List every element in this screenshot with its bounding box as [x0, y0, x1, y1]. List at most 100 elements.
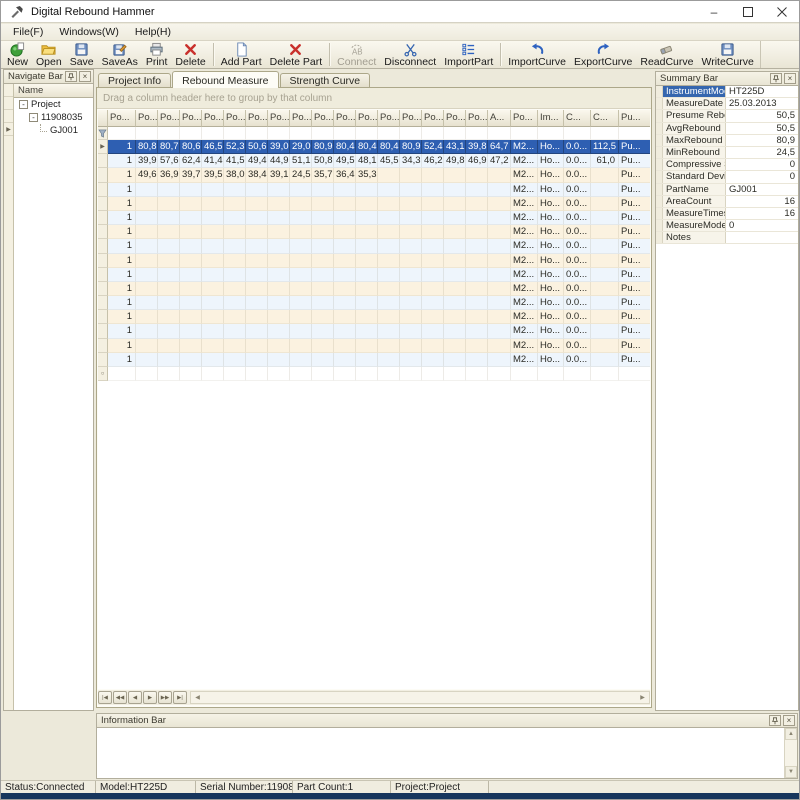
grid-cell[interactable]: 62,4 — [180, 154, 202, 168]
grid-cell[interactable]: Pu... — [619, 324, 650, 338]
grid-cell[interactable] — [290, 324, 312, 338]
grid-cell[interactable] — [136, 268, 158, 282]
summary-value[interactable]: GJ001 — [726, 184, 798, 195]
new-row-cell[interactable] — [356, 367, 378, 381]
grid-cell[interactable] — [466, 296, 488, 310]
grid-cell[interactable] — [268, 197, 290, 211]
grid-cell[interactable]: 46,9 — [466, 154, 488, 168]
grid-cell[interactable]: 47,2 — [488, 154, 511, 168]
scroll-up-icon[interactable]: ▲ — [785, 728, 797, 740]
filter-cell[interactable] — [136, 127, 158, 140]
grid-cell[interactable] — [591, 339, 619, 353]
grid-cell[interactable] — [224, 211, 246, 225]
filter-cell[interactable] — [444, 127, 466, 140]
column-header[interactable]: Po... — [108, 110, 136, 127]
summary-value[interactable]: 16 — [726, 196, 798, 207]
grid-cell[interactable] — [444, 324, 466, 338]
grid-cell[interactable] — [268, 254, 290, 268]
filter-cell[interactable] — [158, 127, 180, 140]
grid-cell[interactable] — [422, 353, 444, 367]
new-row-cell[interactable] — [136, 367, 158, 381]
grid-cell[interactable] — [290, 197, 312, 211]
filter-cell[interactable] — [488, 127, 511, 140]
grid-cell[interactable] — [488, 197, 511, 211]
grid-cell[interactable] — [136, 296, 158, 310]
filter-cell[interactable] — [511, 127, 538, 140]
tree-name-header[interactable]: Name — [14, 84, 93, 98]
grid-cell[interactable]: 34,3 — [400, 154, 422, 168]
toolbar-button-save[interactable]: Save — [66, 41, 98, 68]
row-indicator[interactable] — [98, 296, 108, 310]
grid-cell[interactable]: Pu... — [619, 197, 650, 211]
row-indicator[interactable] — [98, 225, 108, 239]
column-header[interactable]: Po... — [511, 110, 538, 127]
summary-label[interactable]: MeasureDate — [663, 98, 726, 109]
summary-row-measuredate[interactable]: MeasureDate25.03.2013 — [656, 98, 798, 110]
grid-cell[interactable] — [312, 239, 334, 253]
grid-cell[interactable] — [180, 211, 202, 225]
grid-cell[interactable] — [334, 282, 356, 296]
grid-cell[interactable] — [180, 353, 202, 367]
grid-cell[interactable]: 0.0... — [564, 140, 591, 154]
grid-cell[interactable] — [488, 268, 511, 282]
row-indicator[interactable] — [98, 339, 108, 353]
grid-cell[interactable] — [136, 324, 158, 338]
column-header[interactable]: Po... — [158, 110, 180, 127]
summary-label[interactable]: Compressive Stre — [663, 159, 726, 170]
navigator-button-3[interactable]: ▶ — [143, 691, 157, 704]
summary-row-maxrebound[interactable]: MaxRebound80,9 — [656, 135, 798, 147]
grid-cell[interactable] — [400, 183, 422, 197]
grid-cell[interactable]: 39,9 — [136, 154, 158, 168]
column-header[interactable]: Po... — [268, 110, 290, 127]
column-header[interactable]: A... — [488, 110, 511, 127]
grid-cell[interactable]: Ho... — [538, 183, 564, 197]
grid-cell[interactable]: Pu... — [619, 183, 650, 197]
grid-cell[interactable] — [158, 239, 180, 253]
grid-cell[interactable] — [422, 339, 444, 353]
grid-cell[interactable] — [591, 197, 619, 211]
scroll-left-icon[interactable]: ◀ — [191, 692, 204, 703]
new-row-cell[interactable] — [202, 367, 224, 381]
grid-cell[interactable] — [466, 239, 488, 253]
grid-cell[interactable] — [466, 168, 488, 182]
grid-cell[interactable]: Ho... — [538, 339, 564, 353]
grid-cell[interactable]: Pu... — [619, 296, 650, 310]
grid-cell[interactable]: 1 — [108, 239, 136, 253]
grid-cell[interactable] — [290, 339, 312, 353]
grid-cell[interactable] — [591, 353, 619, 367]
summary-label[interactable]: Standard Deviatio — [663, 171, 726, 182]
grid-cell[interactable]: M2... — [511, 140, 538, 154]
grid-cell[interactable]: M2... — [511, 268, 538, 282]
grid-cell[interactable] — [334, 310, 356, 324]
grid-cell[interactable]: Pu... — [619, 353, 650, 367]
grid-cell[interactable] — [268, 339, 290, 353]
toolbar-button-new[interactable]: New — [3, 41, 32, 68]
grid-cell[interactable]: 0.0... — [564, 324, 591, 338]
grid-cell[interactable] — [268, 183, 290, 197]
summary-value[interactable]: 0 — [726, 220, 798, 231]
grid-cell[interactable] — [290, 254, 312, 268]
grid-cell[interactable]: 0.0... — [564, 197, 591, 211]
toolbar-button-readcurve[interactable]: ReadCurve — [636, 41, 697, 68]
grid-cell[interactable] — [466, 211, 488, 225]
grid-cell[interactable]: 41,4 — [202, 154, 224, 168]
grid-cell[interactable] — [312, 183, 334, 197]
grid-cell[interactable]: M2... — [511, 339, 538, 353]
grid-cell[interactable] — [378, 282, 400, 296]
filter-cell[interactable] — [400, 127, 422, 140]
grid-cell[interactable] — [422, 268, 444, 282]
grid-cell[interactable]: 1 — [108, 310, 136, 324]
row-indicator[interactable] — [98, 211, 108, 225]
grid-cell[interactable] — [224, 296, 246, 310]
grid-cell[interactable] — [422, 239, 444, 253]
grid-cell[interactable] — [422, 211, 444, 225]
grid-cell[interactable] — [268, 353, 290, 367]
grid-cell[interactable]: 46,5 — [202, 140, 224, 154]
grid-cell[interactable] — [246, 197, 268, 211]
grid-cell[interactable] — [180, 239, 202, 253]
grid-cell[interactable]: M2... — [511, 353, 538, 367]
filter-cell[interactable] — [422, 127, 444, 140]
grid-cell[interactable] — [202, 211, 224, 225]
column-header[interactable]: Po... — [202, 110, 224, 127]
new-row-cell[interactable] — [158, 367, 180, 381]
